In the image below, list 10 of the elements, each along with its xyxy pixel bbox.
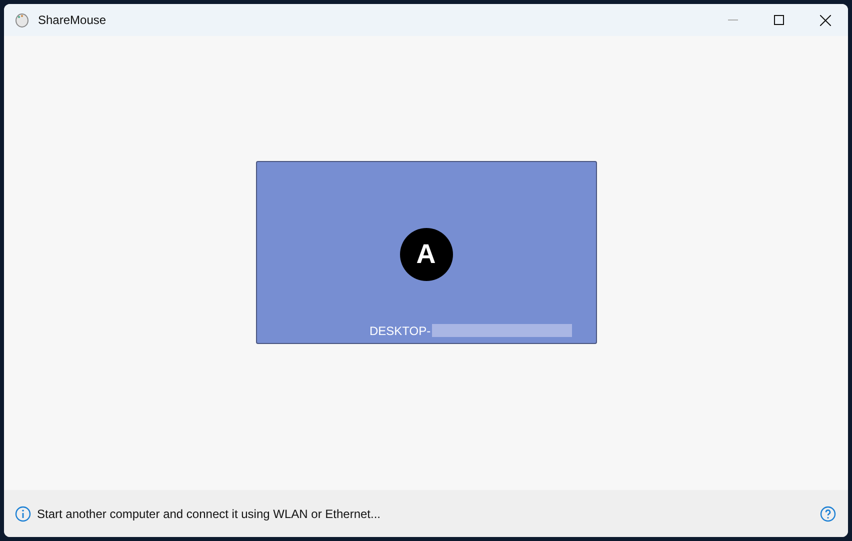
close-icon — [820, 14, 830, 26]
computer-letter-badge: A — [400, 228, 452, 280]
computer-screen[interactable]: A DESKTOP- — [256, 160, 596, 344]
help-icon[interactable] — [820, 506, 836, 522]
status-message: Start another computer and connect it using WLAN or Ethernet... — [37, 506, 381, 520]
maximize-icon — [774, 15, 784, 25]
info-icon — [15, 506, 31, 522]
window-title: ShareMouse — [38, 13, 106, 27]
mouse-icon — [14, 12, 30, 28]
computer-name: DESKTOP- — [370, 324, 431, 338]
